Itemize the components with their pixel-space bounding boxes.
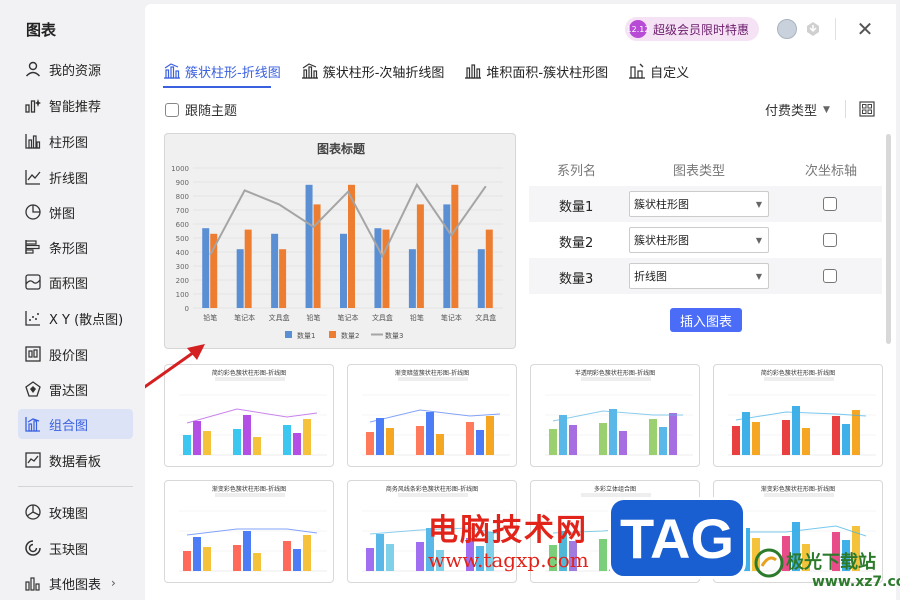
sidebar-item-more-chart[interactable]: 其他图表 › bbox=[18, 568, 133, 598]
sidebar-item-label: 组合图 bbox=[49, 418, 89, 434]
user-icon bbox=[24, 60, 42, 78]
aurora-logo-icon bbox=[754, 548, 784, 578]
sidebar-item-sparkle-chart[interactable]: 智能推荐 bbox=[18, 90, 133, 120]
area-chart-icon bbox=[24, 273, 42, 291]
sidebar-item-label: 条形图 bbox=[49, 241, 89, 257]
line-chart-icon bbox=[24, 168, 42, 186]
sidebar-item-label: 股价图 bbox=[49, 348, 89, 364]
sidebar-item-label: X Y (散点图) bbox=[49, 312, 124, 328]
sidebar-item-line-chart[interactable]: 折线图 bbox=[18, 162, 133, 192]
sidebar-item-ring-chart[interactable]: 玉玦图 bbox=[18, 533, 133, 563]
ring-chart-icon bbox=[24, 539, 42, 557]
horizontal-bar-icon bbox=[24, 238, 42, 256]
sidebar-item-label: 玫瑰图 bbox=[49, 506, 89, 522]
sidebar-item-pie-chart[interactable]: 饼图 bbox=[18, 197, 133, 227]
sidebar-item-combo-chart[interactable]: 组合图 bbox=[18, 409, 133, 439]
combo-chart-icon bbox=[24, 415, 42, 433]
watermark-text: 电脑技术网 bbox=[428, 513, 588, 548]
sidebar-item-label: 折线图 bbox=[49, 171, 89, 187]
watermark-site-name: 极光下载站 bbox=[786, 552, 876, 573]
sidebar-item-rose-chart[interactable]: 玫瑰图 bbox=[18, 497, 133, 527]
sidebar-item-label: 雷达图 bbox=[49, 383, 89, 399]
sidebar-item-label: 玉玦图 bbox=[49, 542, 89, 558]
sidebar-item-label: 其他图表 bbox=[49, 577, 102, 593]
sidebar-item-horizontal-bar[interactable]: 条形图 bbox=[18, 232, 133, 262]
pie-chart-icon bbox=[24, 203, 42, 221]
chevron-right-icon: › bbox=[111, 576, 116, 590]
watermark-tag-logo: TAG bbox=[608, 497, 746, 579]
sidebar-item-area-chart[interactable]: 面积图 bbox=[18, 267, 133, 297]
sidebar-item-dashboard[interactable]: 数据看板 bbox=[18, 445, 133, 475]
bar-chart-icon bbox=[24, 132, 42, 150]
watermark-site-url: www.xz7.com bbox=[812, 574, 900, 590]
sidebar-item-radar-chart[interactable]: 雷达图 bbox=[18, 374, 133, 404]
sidebar-item-label: 柱形图 bbox=[49, 135, 89, 151]
scatter-chart-icon bbox=[24, 309, 42, 327]
sidebar-item-scatter-chart[interactable]: X Y (散点图) bbox=[18, 303, 133, 333]
sidebar: 图表 我的资源智能推荐柱形图折线图饼图条形图面积图 X Y (散点图) 股价图雷达图… bbox=[0, 0, 145, 600]
app-title: 图表 bbox=[26, 21, 57, 39]
sidebar-item-label: 饼图 bbox=[49, 206, 76, 222]
radar-chart-icon bbox=[24, 380, 42, 398]
sidebar-item-label: 智能推荐 bbox=[49, 99, 102, 115]
sidebar-item-stock-chart[interactable]: 股价图 bbox=[18, 339, 133, 369]
sparkle-chart-icon bbox=[24, 96, 42, 114]
sidebar-item-label: 数据看板 bbox=[49, 454, 102, 470]
more-chart-icon bbox=[24, 574, 42, 592]
dashboard-icon bbox=[24, 451, 42, 469]
rose-chart-icon bbox=[24, 503, 42, 521]
sidebar-divider bbox=[18, 486, 133, 487]
watermark-url: www.tagxp.com bbox=[428, 548, 589, 572]
sidebar-item-bar-chart[interactable]: 柱形图 bbox=[18, 126, 133, 156]
sidebar-item-label: 面积图 bbox=[49, 276, 89, 292]
stock-chart-icon bbox=[24, 345, 42, 363]
sidebar-item-user[interactable]: 我的资源 bbox=[18, 54, 133, 84]
sidebar-item-label: 我的资源 bbox=[49, 63, 102, 79]
